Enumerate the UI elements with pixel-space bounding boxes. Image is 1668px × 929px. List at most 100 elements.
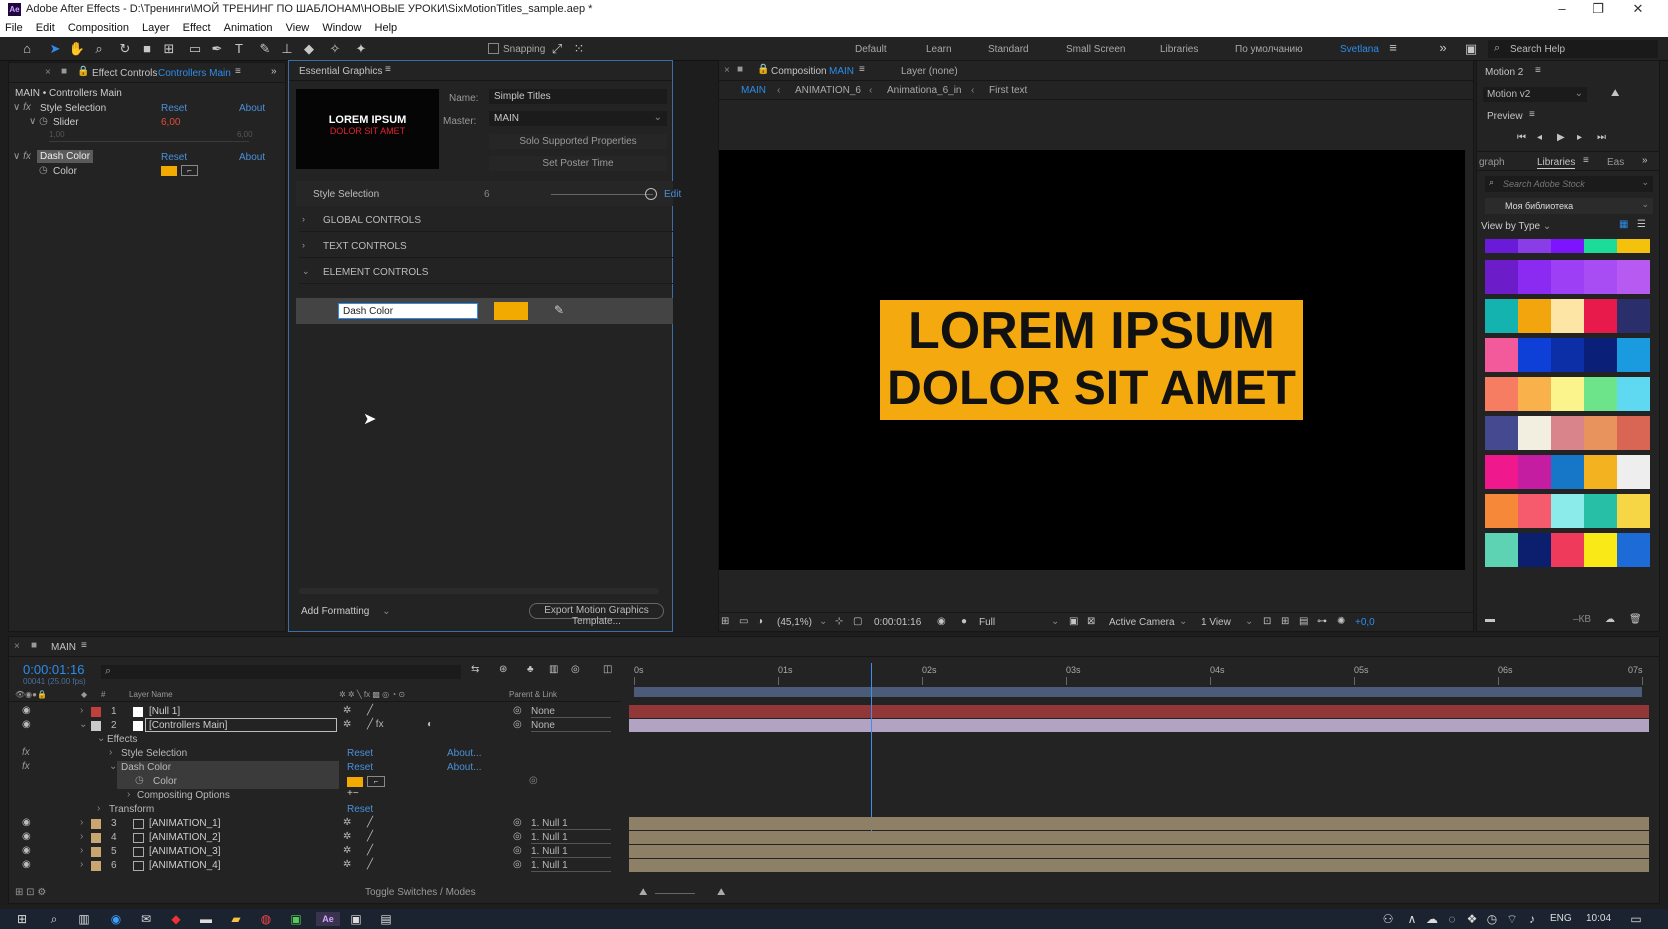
home-icon[interactable]: ⌂ bbox=[18, 40, 36, 58]
puppet-tool-icon[interactable]: ✦ bbox=[352, 40, 370, 58]
layer-name[interactable]: [ANIMATION_1] bbox=[149, 818, 221, 829]
parent-select[interactable]: 1. Null 1 bbox=[531, 818, 611, 830]
slider-track[interactable] bbox=[49, 141, 249, 142]
solo-supported-button[interactable]: Solo Supported Properties bbox=[489, 134, 667, 149]
grid-icon[interactable]: ⊹ bbox=[835, 616, 843, 627]
chevron-right-icon[interactable]: › bbox=[80, 705, 83, 716]
chevron-right-icon[interactable]: › bbox=[80, 831, 83, 842]
rectangle-tool-icon[interactable]: ▭ bbox=[186, 40, 204, 58]
layer-bar-controllers[interactable] bbox=[629, 719, 1649, 732]
volume-icon[interactable]: ♪ bbox=[1524, 912, 1540, 926]
desktop-icon[interactable]: ▬ bbox=[198, 912, 214, 926]
lock-icon[interactable]: 🔒 bbox=[77, 66, 89, 77]
menu-window[interactable]: Window bbox=[317, 20, 366, 34]
layer-row-controllers[interactable]: ◉ ⌄ 2 [Controllers Main] ✲ ╱ fx ◐ ◎ None bbox=[17, 718, 1657, 733]
more-workspaces-icon[interactable]: » bbox=[1434, 39, 1452, 57]
fx-switch-icon[interactable]: ╱ fx bbox=[367, 719, 384, 730]
layer-name[interactable]: [ANIMATION_3] bbox=[149, 846, 221, 857]
title-box[interactable]: LOREM IPSUM DOLOR SIT AMET bbox=[880, 300, 1303, 420]
reset-link[interactable]: Reset bbox=[347, 804, 373, 815]
monitor-icon[interactable]: ▭ bbox=[739, 616, 748, 627]
resolution-select[interactable]: Full bbox=[979, 617, 995, 628]
library-select[interactable]: Моя библиотека ⌄ bbox=[1485, 198, 1653, 214]
color-channel-icon[interactable]: ● bbox=[961, 616, 967, 627]
menu-view[interactable]: View bbox=[281, 20, 315, 34]
layer-tab[interactable]: Layer (none) bbox=[901, 66, 958, 77]
reset-exposure-icon[interactable]: ✺ bbox=[1337, 616, 1345, 627]
dash-color-row[interactable]: fx ⌄ Dash Color Reset About... bbox=[17, 761, 1657, 775]
pickwhip-icon[interactable]: ◎ bbox=[513, 831, 522, 842]
pickwhip-icon[interactable]: ◎ bbox=[513, 705, 522, 716]
clock-tray-icon[interactable]: ◷ bbox=[1484, 912, 1500, 926]
chevron-right-icon[interactable]: › bbox=[80, 845, 83, 856]
lock-icon[interactable]: 🔒 bbox=[757, 64, 769, 75]
layer-label-color[interactable] bbox=[91, 833, 101, 843]
timeline-timecode[interactable]: 0:00:01:16 bbox=[23, 662, 84, 677]
quality-switch-icon[interactable]: ╱ bbox=[367, 817, 373, 828]
chrome-icon[interactable]: ◍ bbox=[258, 912, 274, 926]
more-panels-icon[interactable]: » bbox=[1642, 155, 1648, 166]
shy-switch-icon[interactable]: ✲ bbox=[343, 859, 351, 870]
color-theme[interactable] bbox=[1485, 377, 1650, 411]
timeline-menu-icon[interactable]: ≡ bbox=[81, 640, 87, 651]
notifications-icon[interactable]: ▭ bbox=[1628, 912, 1644, 926]
text-controls-section[interactable]: › TEXT CONTROLS bbox=[299, 234, 673, 258]
shy-switch-icon[interactable]: ✲ bbox=[343, 831, 351, 842]
visibility-icon[interactable]: ◉ bbox=[22, 831, 31, 842]
effect-controls-layer[interactable]: Controllers Main bbox=[158, 68, 231, 79]
snapshot-icon[interactable]: ◉ bbox=[937, 616, 946, 627]
next-frame-icon[interactable]: ▸ bbox=[1577, 132, 1582, 143]
name-input[interactable]: Simple Titles bbox=[489, 89, 667, 104]
menu-composition[interactable]: Composition bbox=[63, 20, 134, 34]
visibility-icon[interactable]: ◉ bbox=[22, 705, 31, 716]
dash-color-effect[interactable]: Dash Color bbox=[37, 150, 94, 163]
layer-row-animation[interactable]: ◉ › 6 [ANIMATION_4] ✲ ╱ ◎ 1. Null 1 bbox=[17, 859, 1657, 873]
layer-bar-animation[interactable] bbox=[629, 817, 1649, 830]
effect-about-link[interactable]: About bbox=[239, 103, 265, 114]
motion-mountain-icon[interactable]: ⛰ bbox=[1611, 88, 1619, 99]
parent-select[interactable]: 1. Null 1 bbox=[531, 860, 611, 872]
graph-tab[interactable]: graph bbox=[1479, 157, 1505, 168]
wifi-icon[interactable]: ⌔ bbox=[1504, 912, 1520, 926]
play-icon[interactable]: ▶ bbox=[1557, 132, 1565, 143]
layer-bar-null[interactable] bbox=[629, 705, 1649, 718]
color-theme[interactable] bbox=[1485, 239, 1650, 253]
snap-edges-icon[interactable]: ⤢ bbox=[548, 40, 566, 58]
chevron-right-icon[interactable]: › bbox=[97, 803, 100, 814]
menu-animation[interactable]: Animation bbox=[219, 20, 278, 34]
parent-link-header[interactable]: Parent & Link bbox=[509, 690, 557, 699]
transform-row[interactable]: › Transform Reset bbox=[17, 803, 1657, 817]
adjustment-switch-icon[interactable]: ◐ bbox=[427, 719, 433, 730]
pickwhip-icon[interactable]: ◎ bbox=[513, 817, 522, 828]
effects-group-row[interactable]: ⌄ Effects bbox=[17, 733, 1657, 747]
menu-help[interactable]: Help bbox=[370, 20, 403, 34]
global-controls-section[interactable]: › GLOBAL CONTROLS bbox=[299, 208, 673, 232]
network-tray-icon[interactable]: ◌ bbox=[1444, 912, 1460, 926]
style-slider-track[interactable] bbox=[551, 194, 653, 195]
views-select[interactable]: 1 View bbox=[1201, 617, 1231, 628]
chevron-right-icon[interactable]: › bbox=[80, 859, 83, 870]
search-help-box[interactable]: ⌕ Search Help bbox=[1488, 40, 1658, 58]
fast-preview-icon[interactable]: ⊞ bbox=[1281, 616, 1289, 627]
color-theme[interactable] bbox=[1485, 260, 1650, 294]
eyedropper-icon[interactable]: ⌐ bbox=[367, 776, 385, 787]
breadcrumb-animationa6in[interactable]: Animationa_6_in bbox=[887, 85, 962, 96]
layer-name-header[interactable]: Layer Name bbox=[129, 690, 173, 699]
export-mogrt-button[interactable]: Export Motion Graphics Template... bbox=[529, 603, 664, 627]
search-help-input[interactable]: Search Help bbox=[1510, 44, 1565, 55]
layer-name[interactable]: [Controllers Main] bbox=[145, 718, 337, 732]
quality-switch-icon[interactable]: ╱ bbox=[367, 705, 373, 716]
layer-row-animation[interactable]: ◉ › 4 [ANIMATION_2] ✲ ╱ ◎ 1. Null 1 bbox=[17, 831, 1657, 845]
menu-layer[interactable]: Layer bbox=[137, 20, 175, 34]
fx-style-selection-icon[interactable]: ∨ fx bbox=[13, 102, 31, 113]
comp-menu-icon[interactable]: ≡ bbox=[859, 64, 865, 75]
playhead[interactable] bbox=[870, 663, 872, 843]
app-icon[interactable]: ▣ bbox=[288, 912, 304, 926]
brush-tool-icon[interactable]: ✎ bbox=[256, 40, 274, 58]
color-theme[interactable] bbox=[1485, 494, 1650, 528]
stopwatch-icon[interactable]: ∨ ◷ bbox=[29, 116, 48, 127]
language-indicator[interactable]: ENG bbox=[1550, 913, 1572, 924]
dropbox-icon[interactable]: ❖ bbox=[1464, 912, 1480, 926]
shy-icon[interactable]: ♣ bbox=[527, 664, 534, 675]
expression-pickwhip-icon[interactable]: ◎ bbox=[529, 775, 538, 786]
